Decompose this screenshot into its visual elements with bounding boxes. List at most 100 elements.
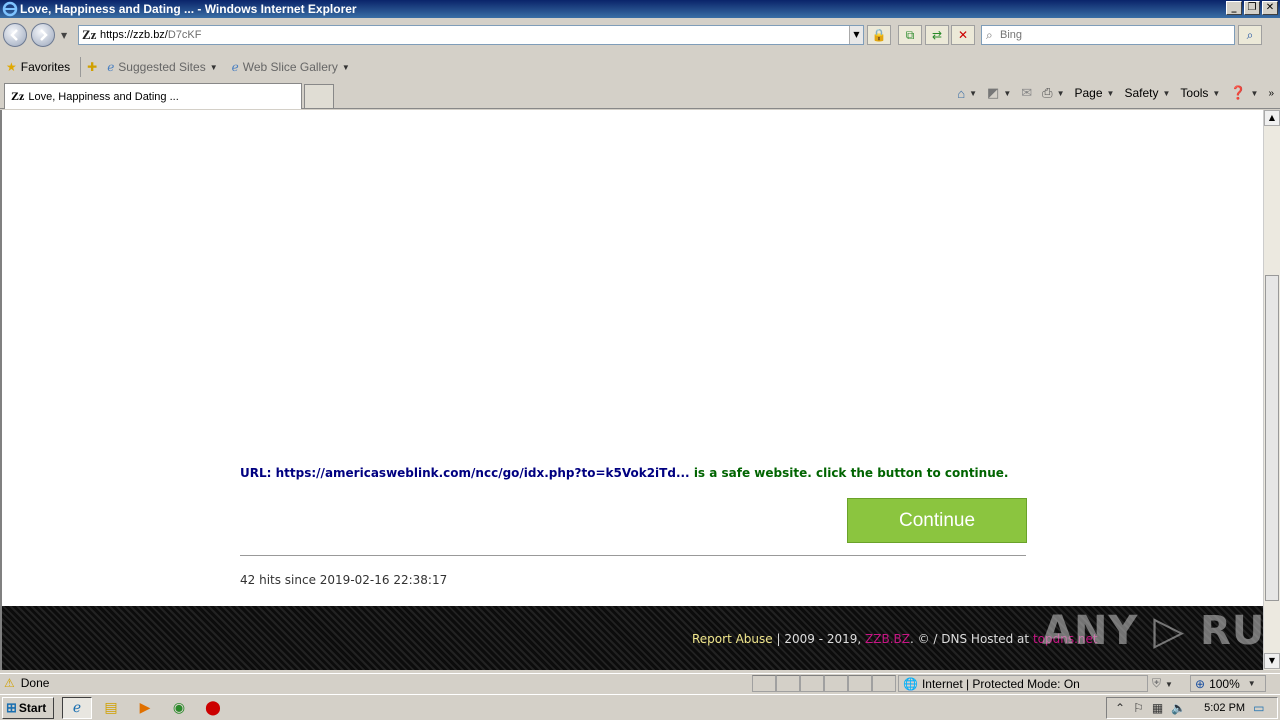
action-center-flag-icon[interactable]: ⚐ <box>1133 701 1144 715</box>
restore-button[interactable]: ❐ <box>1244 1 1260 15</box>
taskbar-explorer-button[interactable]: ▤ <box>96 697 126 719</box>
site-favicon-icon: Zz <box>82 27 97 42</box>
chevron-down-icon: ▼ <box>1250 88 1259 98</box>
start-button[interactable]: ⊞ Start <box>2 697 54 719</box>
chevron-down-icon: ▼ <box>1162 88 1171 98</box>
more-commands-button[interactable]: » <box>1268 88 1274 99</box>
chevron-down-icon: ▼ <box>1165 680 1173 689</box>
window-titlebar: Love, Happiness and Dating ... - Windows… <box>0 0 1280 18</box>
magnifier-icon: ⌕ <box>1246 27 1254 42</box>
site-favicon-icon: Zz <box>11 89 25 103</box>
status-pane <box>752 675 776 692</box>
taskbar-ie-button[interactable]: ℯ <box>62 697 92 719</box>
address-bar[interactable]: Zz https://zzb.bz/D7cKF ▼ <box>78 25 864 45</box>
safe-redirect-notice: URL: https://americasweblink.com/ncc/go/… <box>240 466 1008 480</box>
address-dropdown-icon[interactable]: ▼ <box>849 26 863 44</box>
search-box[interactable]: ⌕ <box>981 25 1235 45</box>
read-mail-button[interactable]: ✉ <box>1021 85 1032 101</box>
report-abuse-link[interactable]: Report Abuse <box>692 632 773 646</box>
favorites-button[interactable]: ★ Favorites <box>6 60 70 74</box>
print-button[interactable]: ⎙ ▼ <box>1042 85 1064 101</box>
url-label: URL: <box>240 466 272 480</box>
tab-active[interactable]: Zz Love, Happiness and Dating ... <box>4 83 302 109</box>
taskbar-media-player-button[interactable]: ▶ <box>130 697 160 719</box>
page-content: URL: https://americasweblink.com/ncc/go/… <box>2 110 1264 670</box>
search-input[interactable] <box>1000 29 1220 41</box>
chevron-down-icon: ▼ <box>1212 88 1221 98</box>
chevron-down-icon: ▼ <box>1247 679 1256 688</box>
security-zone[interactable]: 🌐 Internet | Protected Mode: On <box>898 675 1148 692</box>
recent-pages-dropdown-icon[interactable]: ▼ <box>61 31 67 40</box>
tab-title: Love, Happiness and Dating ... <box>28 90 179 103</box>
windows-logo-icon: ⊞ <box>6 700 17 715</box>
search-icon: ⌕ <box>986 27 993 42</box>
chevron-down-icon: ▼ <box>209 62 218 72</box>
refresh-icon: ⇄ <box>931 28 943 42</box>
chevron-down-icon: ▼ <box>1003 88 1012 98</box>
help-icon: ❓ <box>1230 85 1247 100</box>
warning-icon: ⚠ <box>4 676 15 690</box>
protected-mode-button[interactable]: ⛨ ▼ <box>1152 676 1173 691</box>
home-button[interactable]: ⌂ ▼ <box>957 86 977 101</box>
favorites-bar: ★ Favorites ✚ ℯ Suggested Sites ▼ ℯ Web … <box>0 53 1280 81</box>
feeds-button[interactable]: ◩ ▼ <box>987 85 1011 101</box>
security-lock-button[interactable]: 🔒 <box>867 25 891 45</box>
close-window-button[interactable]: ✕ <box>1262 1 1278 15</box>
rss-feed-icon: ◩ <box>987 85 1000 100</box>
taskbar: ⊞ Start ℯ ▤ ▶ ◉ ⬤ ⌃ ⚐ ▦ 🔈 5:02 PM ▭ <box>0 694 1280 720</box>
status-pane <box>800 675 824 692</box>
status-pane <box>872 675 896 692</box>
target-url-link[interactable]: https://americasweblink.com/ncc/go/idx.p… <box>276 466 690 480</box>
show-desktop-icon[interactable]: ▭ <box>1253 701 1264 715</box>
scroll-down-icon[interactable]: ▼ <box>1264 653 1280 669</box>
scroll-thumb[interactable] <box>1265 275 1279 601</box>
ie-logo-icon <box>2 1 18 17</box>
system-tray: ⌃ ⚐ ▦ 🔈 5:02 PM ▭ <box>1106 697 1278 719</box>
ie-icon: ℯ <box>72 700 82 716</box>
divider <box>80 57 82 77</box>
show-hidden-icons-icon[interactable]: ⌃ <box>1115 701 1125 715</box>
vertical-scrollbar[interactable]: ▲ ▼ <box>1263 110 1280 670</box>
chevron-down-icon: ▼ <box>341 62 350 72</box>
web-slice-gallery-button[interactable]: ℯ Web Slice Gallery ▼ <box>232 60 350 74</box>
safety-menu[interactable]: Safety ▼ <box>1124 86 1170 100</box>
suggested-sites-button[interactable]: ℯ Suggested Sites ▼ <box>107 60 217 74</box>
back-arrow-icon <box>10 29 18 41</box>
ie-page-icon: ℯ <box>107 60 115 74</box>
address-url[interactable]: https://zzb.bz/D7cKF <box>100 29 202 41</box>
add-favorite-icon: ✚ <box>87 60 98 74</box>
volume-icon[interactable]: 🔈 <box>1171 701 1186 715</box>
taskbar-stop-app-button[interactable]: ⬤ <box>198 697 228 719</box>
add-to-favorites-bar-button[interactable]: ✚ <box>87 60 101 74</box>
chevron-down-icon: ▼ <box>969 88 978 98</box>
network-icon[interactable]: ▦ <box>1152 701 1163 715</box>
globe-icon: 🌐 <box>903 676 918 691</box>
footer-text: Report Abuse | 2009 - 2019, ZZB.BZ. © / … <box>692 632 1098 646</box>
help-menu[interactable]: ❓ ▼ <box>1230 85 1258 101</box>
hit-counter: 42 hits since 2019-02-16 22:38:17 <box>240 573 448 587</box>
mail-icon: ✉ <box>1021 85 1033 100</box>
tab-bar: Zz Love, Happiness and Dating ... ⌂ ▼ ◩ ▼ … <box>0 81 1280 109</box>
stop-button[interactable]: ✕ <box>951 25 975 45</box>
brand-link[interactable]: ZZB.BZ <box>865 632 910 646</box>
taskbar-chrome-button[interactable]: ◉ <box>164 697 194 719</box>
status-pane <box>824 675 848 692</box>
anyrun-watermark-logo: ANY ▷ RUN <box>1042 608 1264 654</box>
back-button[interactable] <box>3 23 27 47</box>
divider <box>240 555 1026 556</box>
minimize-button[interactable]: _ <box>1226 1 1242 15</box>
quick-launch: ℯ ▤ ▶ ◉ ⬤ <box>62 697 228 719</box>
scroll-up-icon[interactable]: ▲ <box>1264 110 1280 126</box>
zoom-control[interactable]: ⊕ 100% ▼ <box>1190 675 1266 692</box>
compatibility-view-button[interactable]: ⧉ <box>898 25 922 45</box>
page-menu[interactable]: Page ▼ <box>1074 86 1114 100</box>
forward-button[interactable] <box>31 23 55 47</box>
continue-button[interactable]: Continue <box>847 498 1027 543</box>
command-bar: ⌂ ▼ ◩ ▼ ✉ ⎙ ▼ Page ▼ Safety ▼ Tools ▼ ❓ ▼ » <box>957 85 1274 101</box>
refresh-button[interactable]: ⇄ <box>925 25 949 45</box>
tools-menu[interactable]: Tools ▼ <box>1180 86 1220 100</box>
status-text: Done <box>20 676 50 690</box>
clock[interactable]: 5:02 PM <box>1204 702 1245 714</box>
new-tab-button[interactable] <box>304 84 334 108</box>
search-go-button[interactable]: ⌕ <box>1238 25 1262 45</box>
